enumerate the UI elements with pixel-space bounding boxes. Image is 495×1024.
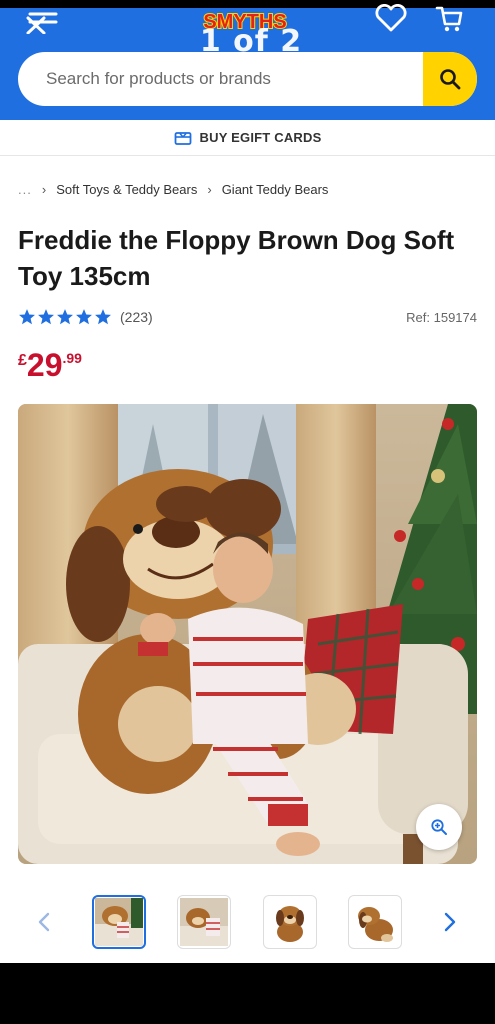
star-icon <box>19 309 35 325</box>
breadcrumb-item-soft-toys[interactable]: Soft Toys & Teddy Bears <box>56 182 197 197</box>
basket-icon[interactable] <box>434 4 464 34</box>
breadcrumb-ellipsis[interactable]: ... <box>18 182 32 197</box>
egift-label: BUY EGIFT CARDS <box>199 130 322 145</box>
star-rating <box>18 308 112 326</box>
carousel-next-button[interactable] <box>438 908 462 936</box>
product-page: SMYTHS 1 of 2 BUY <box>0 0 495 963</box>
review-count[interactable]: (223) <box>120 309 153 325</box>
price-currency: £ <box>18 352 27 369</box>
breadcrumb-item-giant-teddy-bears[interactable]: Giant Teddy Bears <box>222 182 329 197</box>
thumbnail-2[interactable] <box>177 895 231 949</box>
thumbnail-image <box>351 898 399 946</box>
chevron-right-icon: › <box>207 181 212 197</box>
chevron-right-icon <box>444 912 456 932</box>
carousel-prev-button[interactable] <box>32 908 56 936</box>
search-bar <box>18 52 477 106</box>
wishlist-heart-icon[interactable] <box>374 4 408 32</box>
thumbnail-carousel <box>0 892 495 952</box>
thumbnail-image <box>95 898 143 946</box>
product-main-image[interactable] <box>18 404 477 864</box>
price-pounds: 29 <box>26 347 63 383</box>
thumbnail-3[interactable] <box>263 895 317 949</box>
thumbnail-4[interactable] <box>348 895 402 949</box>
zoom-in-icon <box>431 819 447 835</box>
star-icon <box>76 309 92 325</box>
thumbnail-1[interactable] <box>92 895 146 949</box>
product-photo <box>18 404 477 864</box>
chevron-right-icon: › <box>41 181 47 197</box>
site-header: SMYTHS 1 of 2 <box>0 0 495 120</box>
product-price: £ 29 .99 <box>18 346 82 384</box>
search-icon <box>440 69 461 90</box>
product-title: Freddie the Floppy Brown Dog Soft Toy 13… <box>18 225 455 291</box>
search-input[interactable] <box>18 52 423 106</box>
star-icon <box>38 309 54 325</box>
menu-close-icon[interactable] <box>22 8 62 34</box>
chevron-left-icon <box>38 912 50 932</box>
thumbnail-image <box>266 898 314 946</box>
thumbnail-image <box>180 898 228 946</box>
search-button[interactable] <box>423 52 477 106</box>
zoom-image-button[interactable] <box>416 804 462 850</box>
product-ref: Ref: 159174 <box>406 310 477 325</box>
star-icon <box>57 309 73 325</box>
gift-card-icon <box>174 131 191 145</box>
star-icon <box>95 309 111 325</box>
product-rating[interactable]: (223) <box>18 308 153 326</box>
breadcrumb: ... › Soft Toys & Teddy Bears › Giant Te… <box>18 180 338 198</box>
price-pence: .99 <box>62 350 82 366</box>
buy-egift-cards-link[interactable]: BUY EGIFT CARDS <box>0 120 495 156</box>
